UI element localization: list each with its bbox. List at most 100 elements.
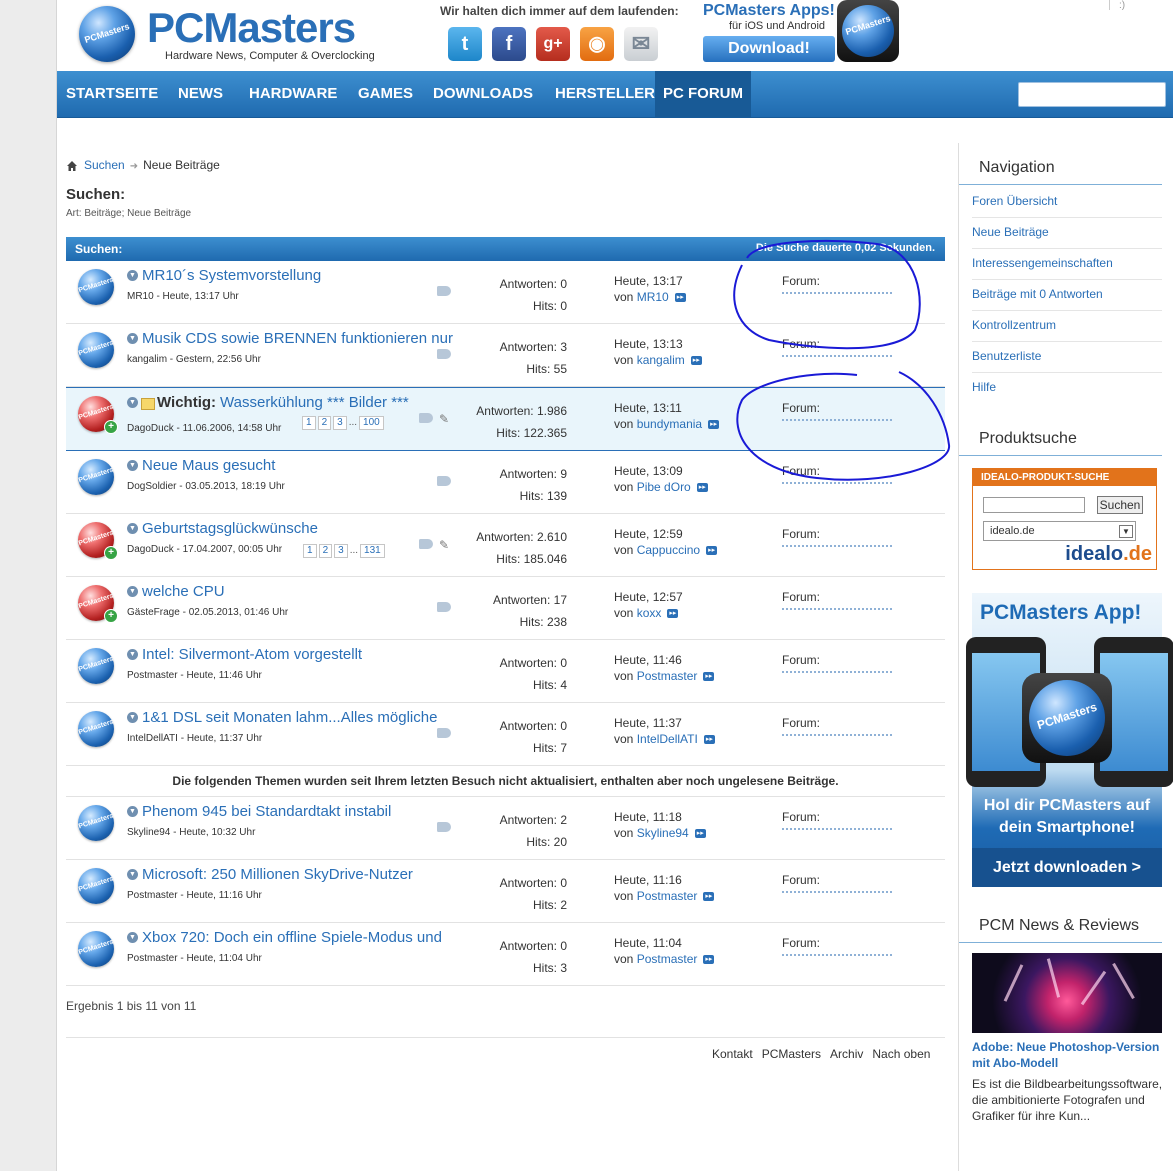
tag-icon[interactable] — [437, 349, 451, 359]
thread-row[interactable]: PCMasters ▼ Phenom 945 bei Standardtakt in… — [66, 797, 945, 860]
tag-icon[interactable] — [437, 728, 451, 738]
tag-icon[interactable] — [419, 413, 433, 423]
last-post-user[interactable]: Skyline94 — [637, 826, 689, 840]
thread-title[interactable]: Phenom 945 bei Standardtakt instabil — [142, 803, 391, 820]
nav-hersteller[interactable]: HERSTELLER — [555, 71, 655, 117]
thread-row[interactable]: PCMasters + ▼ Wichtig: Wasserkühlung *** Bil… — [66, 387, 945, 451]
nav-hardware[interactable]: HARDWARE — [249, 71, 337, 117]
tag-icon[interactable] — [437, 286, 451, 296]
first-unread-icon[interactable]: ▼ — [127, 932, 138, 943]
go-to-last-post-icon[interactable]: ▸▸ — [667, 609, 679, 619]
idealo-search-button[interactable]: Suchen — [1097, 496, 1143, 514]
apps-download-button[interactable]: Download! — [703, 36, 835, 62]
nav-downloads[interactable]: DOWNLOADS — [433, 71, 533, 117]
news-image[interactable] — [972, 953, 1162, 1033]
go-to-last-post-icon[interactable]: ▸▸ — [703, 955, 715, 965]
first-unread-icon[interactable]: ▼ — [127, 523, 138, 534]
first-unread-icon[interactable]: ▼ — [127, 270, 138, 281]
first-unread-icon[interactable]: ▼ — [127, 869, 138, 880]
sidebar-link-interessen[interactable]: Interessengemeinschaften — [972, 256, 1113, 270]
home-icon[interactable] — [66, 160, 78, 172]
go-to-last-post-icon[interactable]: ▸▸ — [703, 672, 715, 682]
tag-icon[interactable] — [437, 602, 451, 612]
page-link[interactable]: 131 — [360, 544, 385, 558]
rss-icon[interactable]: ◉ — [580, 27, 614, 61]
go-to-last-post-icon[interactable]: ▸▸ — [708, 420, 720, 430]
sidebar-link-neue-beitraege[interactable]: Neue Beiträge — [972, 225, 1049, 239]
thread-title[interactable]: Neue Maus gesucht — [142, 457, 275, 474]
thread-row[interactable]: PCMasters ▼ 1&1 DSL seit Monaten lahm...Al… — [66, 703, 945, 766]
nav-games[interactable]: GAMES — [358, 71, 413, 117]
footer-kontakt[interactable]: Kontakt — [712, 1047, 753, 1061]
sidebar-link-null-antworten[interactable]: Beiträge mit 0 Antworten — [972, 287, 1103, 301]
thread-row[interactable]: PCMasters + ▼ welche CPU GästeFrage - 02.05.… — [66, 577, 945, 640]
last-post-user[interactable]: Postmaster — [637, 952, 698, 966]
last-post-user[interactable]: Postmaster — [637, 669, 698, 683]
google-plus-icon[interactable]: g+ — [536, 27, 570, 61]
thread-title[interactable]: Xbox 720: Doch ein offline Spiele-Modus … — [142, 929, 442, 946]
sidebar-link-benutzerliste[interactable]: Benutzerliste — [972, 349, 1041, 363]
go-to-last-post-icon[interactable]: ▸▸ — [690, 356, 702, 366]
last-post-user[interactable]: bundymania — [637, 417, 702, 431]
last-post-user[interactable]: IntelDellATI — [637, 732, 698, 746]
mail-icon[interactable]: ✉ — [624, 27, 658, 61]
last-post-user[interactable]: Postmaster — [637, 889, 698, 903]
sidebar-link-kontrollzentrum[interactable]: Kontrollzentrum — [972, 318, 1056, 332]
apps-promo[interactable]: PCMasters Apps! für iOS und Android Down… — [703, 0, 899, 64]
sidebar-link-hilfe[interactable]: Hilfe — [972, 380, 996, 394]
page-link[interactable]: 3 — [334, 544, 348, 558]
go-to-last-post-icon[interactable]: ▸▸ — [703, 892, 715, 902]
thread-title[interactable]: welche CPU — [142, 583, 225, 600]
nav-startseite[interactable]: STARTSEITE — [66, 71, 158, 117]
footer-pcmasters[interactable]: PCMasters — [762, 1047, 821, 1061]
first-unread-icon[interactable]: ▼ — [127, 806, 138, 817]
first-unread-icon[interactable]: ▼ — [127, 397, 138, 408]
thread-title[interactable]: Intel: Silvermont-Atom vorgestellt — [142, 646, 362, 663]
thread-row[interactable]: PCMasters ▼ Xbox 720: Doch ein offline Spi… — [66, 923, 945, 986]
page-link[interactable]: 3 — [333, 416, 347, 430]
app-advert[interactable]: PCMasters App! PCMasters Hol dir PCMaste… — [966, 593, 1173, 887]
go-to-last-post-icon[interactable]: ▸▸ — [694, 829, 706, 839]
page-link[interactable]: 2 — [317, 416, 332, 430]
nav-pc-forum[interactable]: PC FORUM — [655, 71, 751, 117]
thread-title[interactable]: Geburtstagsglückwünsche — [142, 520, 318, 537]
last-post-user[interactable]: Pibe dOro — [637, 480, 691, 494]
thread-title[interactable]: MR10´s Systemvorstellung — [142, 267, 321, 284]
breadcrumb-link-suchen[interactable]: Suchen — [84, 158, 125, 172]
footer-archiv[interactable]: Archiv — [830, 1047, 863, 1061]
last-post-user[interactable]: Cappuccino — [637, 543, 700, 557]
thread-title[interactable]: Microsoft: 250 Millionen SkyDrive-Nutzer — [142, 866, 413, 883]
search-input[interactable] — [1018, 82, 1166, 107]
go-to-last-post-icon[interactable]: ▸▸ — [706, 546, 718, 556]
first-unread-icon[interactable]: ▼ — [127, 586, 138, 597]
thread-row[interactable]: PCMasters + ▼ Geburtstagsglückwünsche DagoDu… — [66, 514, 945, 577]
site-logo[interactable]: PCMasters PCMasters Hardware News, Compu… — [77, 4, 377, 66]
thread-row[interactable]: PCMasters ▼ Microsoft: 250 Millionen SkyDr… — [66, 860, 945, 923]
thread-row[interactable]: PCMasters ▼ Neue Maus gesucht DogSoldier - … — [66, 451, 945, 514]
first-unread-icon[interactable]: ▼ — [127, 649, 138, 660]
thread-row[interactable]: PCMasters ▼ Intel: Silvermont-Atom vorgest… — [66, 640, 945, 703]
last-post-user[interactable]: koxx — [637, 606, 662, 620]
footer-nach-oben[interactable]: Nach oben — [872, 1047, 930, 1061]
go-to-last-post-icon[interactable]: ▸▸ — [703, 735, 715, 745]
go-to-last-post-icon[interactable]: ▸▸ — [674, 293, 686, 303]
thread-row[interactable]: PCMasters ▼ Musik CDS sowie BRENNEN funkti… — [66, 324, 945, 387]
first-unread-icon[interactable]: ▼ — [127, 712, 138, 723]
tag-icon[interactable] — [437, 822, 451, 832]
page-link[interactable]: 100 — [359, 416, 384, 430]
go-to-last-post-icon[interactable]: ▸▸ — [696, 483, 708, 493]
first-unread-icon[interactable]: ▼ — [127, 460, 138, 471]
news-headline[interactable]: Adobe: Neue Photoshop-Version mit Abo-Mo… — [972, 1039, 1167, 1071]
thread-row[interactable]: PCMasters ▼ MR10´s Systemvorstellung MR10 -… — [66, 261, 945, 324]
tag-icon[interactable] — [437, 476, 451, 486]
idealo-search-input[interactable] — [983, 497, 1085, 513]
first-unread-icon[interactable]: ▼ — [127, 333, 138, 344]
sidebar-link-foren[interactable]: Foren Übersicht — [972, 194, 1057, 208]
twitter-icon[interactable]: t — [448, 27, 482, 61]
last-post-user[interactable]: MR10 — [637, 290, 669, 304]
nav-news[interactable]: NEWS — [178, 71, 223, 117]
tag-icon[interactable] — [419, 539, 433, 549]
page-link[interactable]: 1 — [302, 416, 316, 430]
thread-title[interactable]: 1&1 DSL seit Monaten lahm...Alles möglic… — [142, 709, 437, 726]
thread-title[interactable]: Musik CDS sowie BRENNEN funktionieren nu… — [142, 330, 453, 347]
